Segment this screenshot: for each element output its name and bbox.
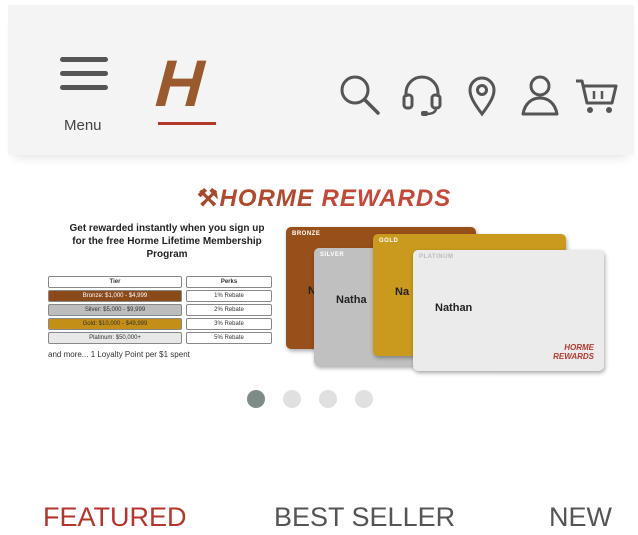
table-row: Bronze: $1,000 - $4,999 1% Rebate [48,290,273,302]
table-header: Tier Perks [48,276,273,288]
card-brand: HORME REWARDS [553,343,594,361]
hamburger-icon[interactable] [52,57,112,90]
account-icon[interactable] [518,73,562,117]
table-header-tier: Tier [48,276,182,288]
hammer-pick-icon: ⚒ [197,185,220,212]
table-cell: 3% Rebate [186,318,272,330]
platinum-card: PLATINUM Nathan HORME REWARDS [413,250,604,371]
logo-underline [158,122,216,125]
tab-best-seller[interactable]: BEST SELLER [274,502,455,533]
table-cell: Bronze: $1,000 - $4,999 [48,290,182,302]
rewards-banner[interactable]: ⚒HORME REWARDS Get rewarded instantly wh… [42,178,612,378]
carousel-dots [247,390,373,408]
card-tier: SILVER [320,252,345,258]
tier-table: Tier Perks Bronze: $1,000 - $4,999 1% Re… [48,276,273,346]
carousel-dot[interactable] [247,390,265,408]
card-tier: GOLD [379,238,399,244]
table-cell: Gold: $10,000 - $49,999 [48,318,182,330]
tab-featured[interactable]: FEATURED [43,502,187,533]
card-name: Nathan [435,302,473,314]
rewards-title: ⚒HORME REWARDS [197,184,451,213]
support-headset-icon[interactable] [400,73,444,117]
menu-button[interactable]: Menu [52,57,112,137]
card-brand-top: HORME [564,343,594,352]
table-row: Silver: $5,000 - $9,999 2% Rebate [48,304,273,316]
card-tier: BRONZE [292,231,321,237]
table-cell: Silver: $5,000 - $9,999 [48,304,182,316]
site-header: Menu H [8,5,634,155]
carousel-dot[interactable] [355,390,373,408]
table-cell: 2% Rebate [186,304,272,316]
loyalty-footnote: and more... 1 Loyalty Point per $1 spent [48,350,190,359]
title-rewards: REWARDS [321,185,452,212]
menu-label: Menu [64,117,102,134]
title-horme: HORME [219,185,314,212]
card-name: Natha [336,294,367,306]
tab-new[interactable]: NEW [549,502,612,533]
promo-text: Get rewarded instantly when you sign up … [69,223,265,260]
table-cell: 5% Rebate [186,332,272,344]
carousel-dot[interactable] [283,390,301,408]
card-tier: PLATINUM [419,254,454,260]
card-brand-bottom: REWARDS [553,352,594,361]
table-row: Platinum: $50,000+ 5% Rebate [48,332,273,344]
table-cell: 1% Rebate [186,290,272,302]
table-row: Gold: $10,000 - $49,999 3% Rebate [48,318,273,330]
table-cell: Platinum: $50,000+ [48,332,182,344]
search-icon[interactable] [338,73,382,117]
cart-icon[interactable] [574,73,618,117]
logo[interactable]: H [153,46,206,120]
location-pin-icon[interactable] [460,73,504,117]
table-header-perks: Perks [186,276,272,288]
card-name: Na [395,286,410,298]
carousel-dot[interactable] [319,390,337,408]
